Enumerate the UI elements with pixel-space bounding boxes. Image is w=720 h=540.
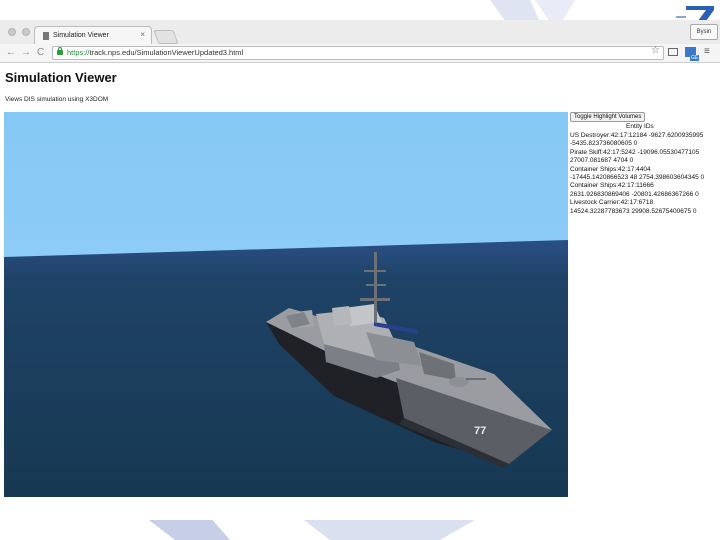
- entity-line: 2631.926830869406 -20801.42686367266 0: [570, 190, 699, 198]
- page-favicon-icon: [43, 31, 49, 40]
- hull-number: 77: [474, 425, 486, 437]
- address-bar[interactable]: https://track.nps.edu/SimulationViewerUp…: [52, 46, 664, 60]
- forward-arrow-icon[interactable]: →: [21, 45, 31, 61]
- lock-icon: [57, 47, 63, 55]
- back-arrow-icon[interactable]: ←: [6, 45, 16, 61]
- browser-toolbar: ← → C https://track.nps.edu/SimulationVi…: [0, 44, 720, 63]
- tab-bar: Simulation Viewer × Bysin: [0, 20, 720, 45]
- entity-line: 27007.081687 4704 0: [570, 157, 634, 165]
- url-text: track.nps.edu/SimulationViewerUpdated3.h…: [89, 48, 244, 57]
- close-window-icon[interactable]: [8, 28, 16, 36]
- browser-menu-icon[interactable]: ≡: [704, 45, 710, 59]
- entity-line: -17445.1420866523 48 2754.398603604345 0: [570, 174, 705, 182]
- toggle-highlight-volumes-button[interactable]: Toggle Highlight Volumes: [570, 112, 646, 122]
- profile-button[interactable]: Bysin: [690, 24, 718, 40]
- list-item: Pirate Skiff:42:17:5242 -19096.055304771…: [570, 149, 714, 166]
- tab-simulation-viewer[interactable]: Simulation Viewer ×: [34, 26, 152, 44]
- extension-badge: GE: [690, 55, 700, 61]
- tab-close-icon[interactable]: ×: [140, 30, 145, 39]
- entity-line: 14524.32287783673 29908.52675400675 0: [570, 207, 697, 215]
- entity-line: Container Ships:42:17:11666: [570, 182, 654, 190]
- x3dom-viewer[interactable]: 77: [4, 112, 568, 497]
- new-tab-button[interactable]: [153, 30, 179, 44]
- entity-ids-heading: Entity IDs: [626, 123, 654, 130]
- url-scheme: https://: [67, 48, 90, 57]
- minimize-window-icon[interactable]: [22, 28, 30, 36]
- entity-list: US Destroyer:42:17:12184 -9627.620093599…: [570, 132, 714, 216]
- page-title: Simulation Viewer: [5, 70, 117, 85]
- entity-line: Container Ships:42:17:4404: [570, 165, 651, 173]
- web-page: Simulation Viewer Views DIS simulation u…: [0, 63, 720, 520]
- list-item: Livestock Carrier:42:17:6718 14524.32287…: [570, 199, 714, 216]
- cast-icon[interactable]: [668, 48, 678, 56]
- entity-line: Livestock Carrier:42:17:6718: [570, 199, 654, 207]
- list-item: Container Ships:42:17:11666 2631.9268308…: [570, 182, 714, 199]
- entity-line: Pirate Skiff:42:17:5242 -19096.055304771…: [570, 148, 700, 156]
- reload-icon[interactable]: C: [37, 45, 44, 61]
- tab-title: Simulation Viewer: [53, 32, 109, 39]
- browser-window: Simulation Viewer × Bysin ← → C https://…: [0, 20, 720, 520]
- bookmark-star-icon[interactable]: ☆: [651, 45, 660, 56]
- page-subtitle: Views DIS simulation using X3DOM: [5, 96, 109, 103]
- decorative-swoosh-top: [490, 0, 575, 22]
- list-item: Container Ships:42:17:4404 -17445.142086…: [570, 166, 714, 183]
- entity-line: US Destroyer:42:17:12184 -9627.620093599…: [570, 132, 704, 139]
- list-item: US Destroyer:42:17:12184 -9627.620093599…: [570, 132, 714, 149]
- entity-line: -5435.823736080605 0: [570, 140, 638, 148]
- ship-scene[interactable]: 77: [4, 112, 568, 497]
